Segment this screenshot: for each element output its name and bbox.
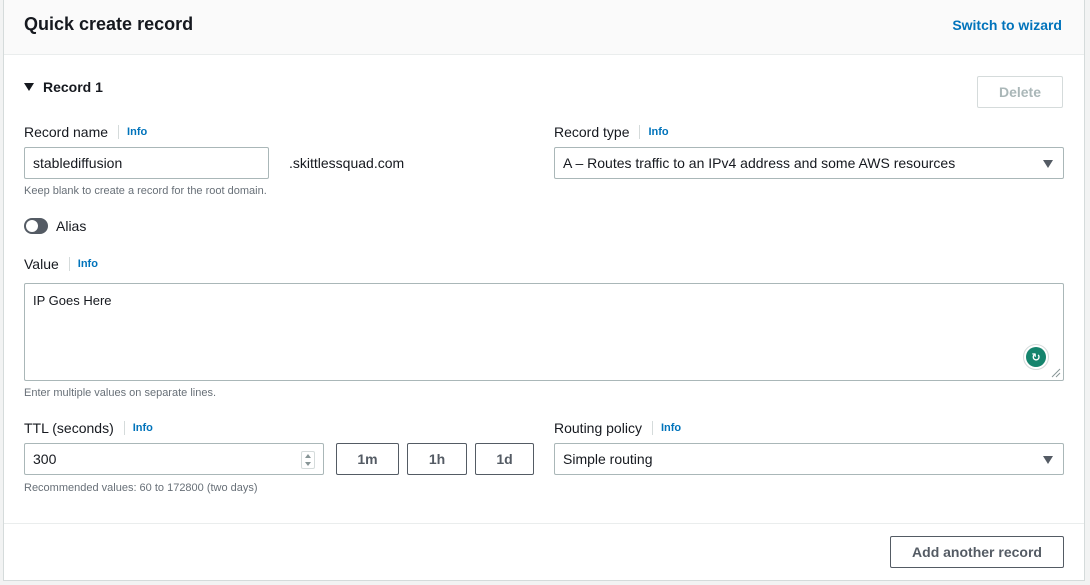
panel-header: Quick create record Switch to wizard: [4, 0, 1084, 55]
ttl-1m-button[interactable]: 1m: [336, 443, 399, 475]
delete-button[interactable]: Delete: [977, 76, 1063, 108]
routing-policy-label-row: Routing policy Info: [554, 420, 681, 436]
record-expand-toggle[interactable]: Record 1: [24, 79, 103, 95]
domain-suffix: .skittlessquad.com: [289, 155, 405, 171]
record-name-info-link[interactable]: Info: [118, 125, 147, 139]
add-another-record-button[interactable]: Add another record: [890, 536, 1064, 568]
routing-policy-selected: Simple routing: [563, 451, 653, 467]
quick-create-panel: Quick create record Switch to wizard Rec…: [3, 0, 1085, 581]
stepper-down-icon: [305, 462, 311, 466]
resize-handle-icon[interactable]: [1051, 368, 1061, 378]
caret-down-icon: [24, 83, 34, 91]
routing-policy-info-link[interactable]: Info: [651, 421, 681, 435]
ttl-info-link[interactable]: Info: [123, 421, 153, 435]
dropdown-arrow-icon: [1043, 456, 1053, 464]
alias-toggle[interactable]: [24, 218, 48, 234]
value-hint: Enter multiple values on separate lines.: [24, 387, 216, 399]
ttl-label-row: TTL (seconds) Info: [24, 420, 153, 436]
ttl-stepper[interactable]: [301, 451, 315, 469]
page-title: Quick create record: [24, 14, 194, 34]
value-label-row: Value Info: [24, 256, 98, 272]
record-type-label: Record type: [554, 124, 630, 140]
grammarly-badge: ↻: [1026, 347, 1046, 367]
ttl-input[interactable]: 300: [24, 443, 324, 475]
dropdown-arrow-icon: [1043, 160, 1053, 168]
routing-policy-label: Routing policy: [554, 420, 642, 436]
record-name-label: Record name: [24, 124, 109, 140]
value-text: IP Goes Here: [33, 293, 112, 308]
value-textarea[interactable]: IP Goes Here ↻: [24, 283, 1064, 381]
ttl-label: TTL (seconds): [24, 420, 114, 436]
record-name-hint: Keep blank to create a record for the ro…: [24, 185, 267, 197]
ttl-value: 300: [33, 451, 57, 467]
record-title: Record 1: [43, 79, 103, 95]
record-type-selected: A – Routes traffic to an IPv4 address an…: [563, 155, 956, 171]
routing-policy-select[interactable]: Simple routing: [554, 443, 1064, 475]
record-type-info-link[interactable]: Info: [639, 125, 669, 139]
toggle-knob: [26, 220, 38, 232]
ttl-hint: Recommended values: 60 to 172800 (two da…: [24, 482, 258, 494]
grammarly-icon[interactable]: ↻: [1023, 344, 1049, 370]
record-name-input[interactable]: stablediffusion: [24, 147, 269, 179]
record-type-label-row: Record type Info: [554, 124, 669, 140]
ttl-1h-button[interactable]: 1h: [407, 443, 467, 475]
footer-divider: [4, 523, 1084, 524]
record-type-select[interactable]: A – Routes traffic to an IPv4 address an…: [554, 147, 1064, 179]
stepper-up-icon: [305, 454, 311, 458]
ttl-1d-button[interactable]: 1d: [475, 443, 534, 475]
value-info-link[interactable]: Info: [68, 257, 98, 271]
alias-label: Alias: [56, 218, 87, 234]
switch-to-wizard-link[interactable]: Switch to wizard: [952, 17, 1062, 33]
record-name-label-row: Record name Info: [24, 124, 147, 140]
value-label: Value: [24, 256, 59, 272]
